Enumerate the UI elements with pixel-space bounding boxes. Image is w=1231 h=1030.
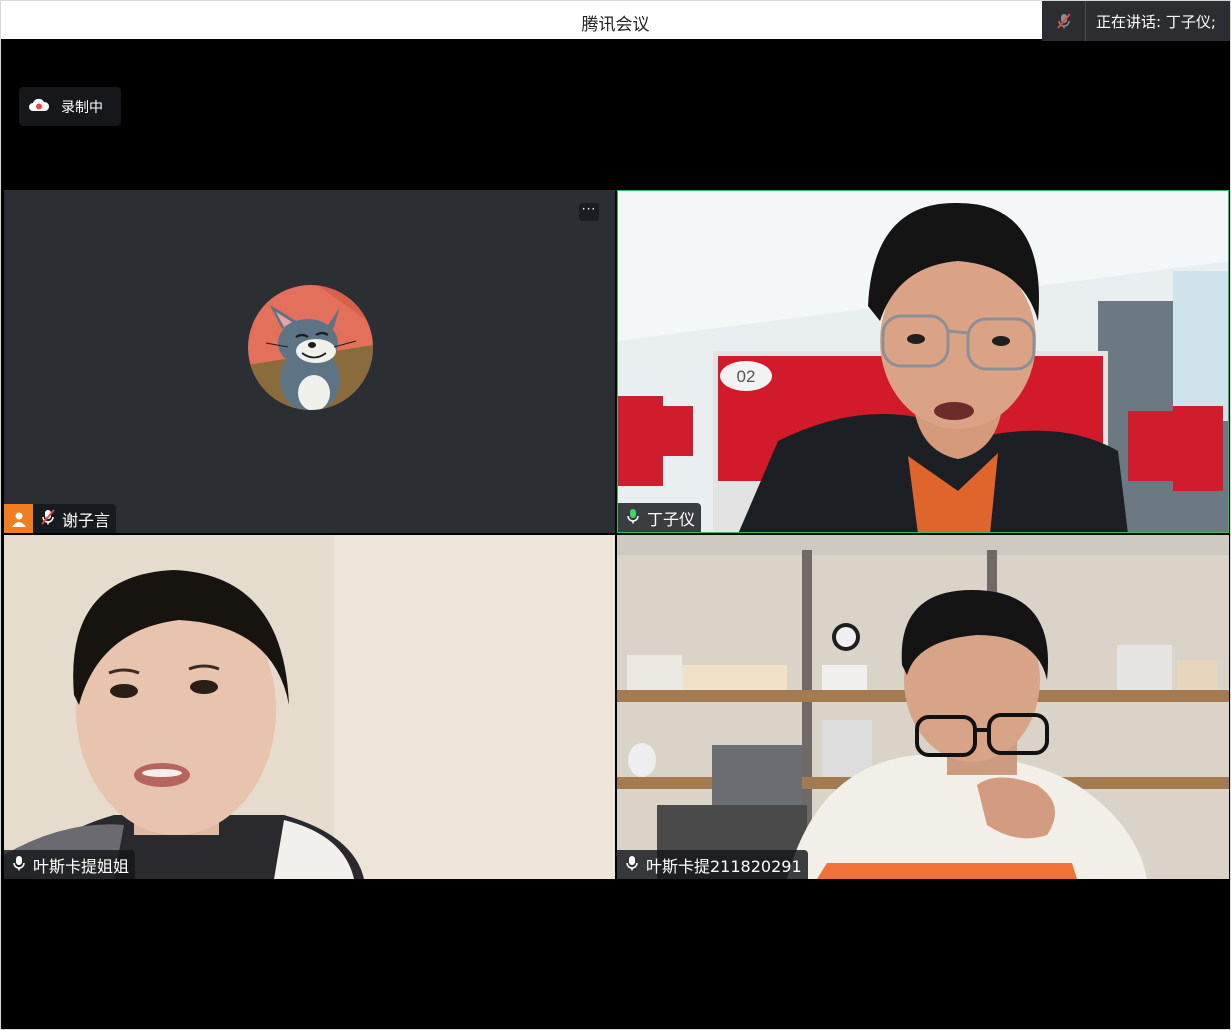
cloud-record-icon [28, 97, 50, 116]
mic-icon [624, 854, 640, 876]
video-feed [617, 535, 1229, 879]
mic-muted-icon [40, 508, 56, 530]
nametag-xie: 谢子言 [4, 504, 117, 533]
participant-name: 谢子言 [62, 510, 111, 530]
participant-name: 叶斯卡提姐姐 [33, 856, 130, 876]
mic-muted-icon [1042, 1, 1086, 41]
partition-sign: 02 [737, 367, 756, 386]
host-icon [4, 504, 33, 533]
meeting-window: 腾讯会议 正在讲话: 丁子仪; 录制中 ··· 谢子言 02 丁子仪 叶斯卡提姐… [0, 0, 1231, 1030]
speaking-text: 正在讲话: 丁子仪; [1096, 12, 1216, 31]
mic-speaking-icon [625, 507, 641, 529]
participant-tile-xie[interactable]: ··· 谢子言 [4, 190, 615, 533]
nametag-ding: 丁子仪 [618, 503, 702, 532]
participant-tile-ye-id[interactable]: 叶斯卡提211820291 [617, 535, 1229, 879]
video-feed [4, 535, 615, 879]
tom-cat-avatar [248, 285, 373, 410]
participant-name: 丁子仪 [647, 509, 696, 529]
speaking-indicator[interactable]: 正在讲话: 丁子仪; [1042, 1, 1230, 41]
more-options-icon[interactable]: ··· [579, 203, 599, 221]
mic-icon [11, 854, 27, 876]
recording-badge[interactable]: 录制中 [19, 87, 121, 126]
nametag-ye-id: 叶斯卡提211820291 [617, 850, 808, 879]
participant-tile-ding[interactable]: 02 丁子仪 [617, 190, 1229, 533]
recording-label: 录制中 [61, 99, 103, 116]
participant-tile-ye-jiejie[interactable]: 叶斯卡提姐姐 [4, 535, 615, 879]
video-feed: 02 [618, 191, 1228, 532]
participant-name: 叶斯卡提211820291 [646, 856, 802, 876]
nametag-ye-jiejie: 叶斯卡提姐姐 [4, 850, 136, 879]
